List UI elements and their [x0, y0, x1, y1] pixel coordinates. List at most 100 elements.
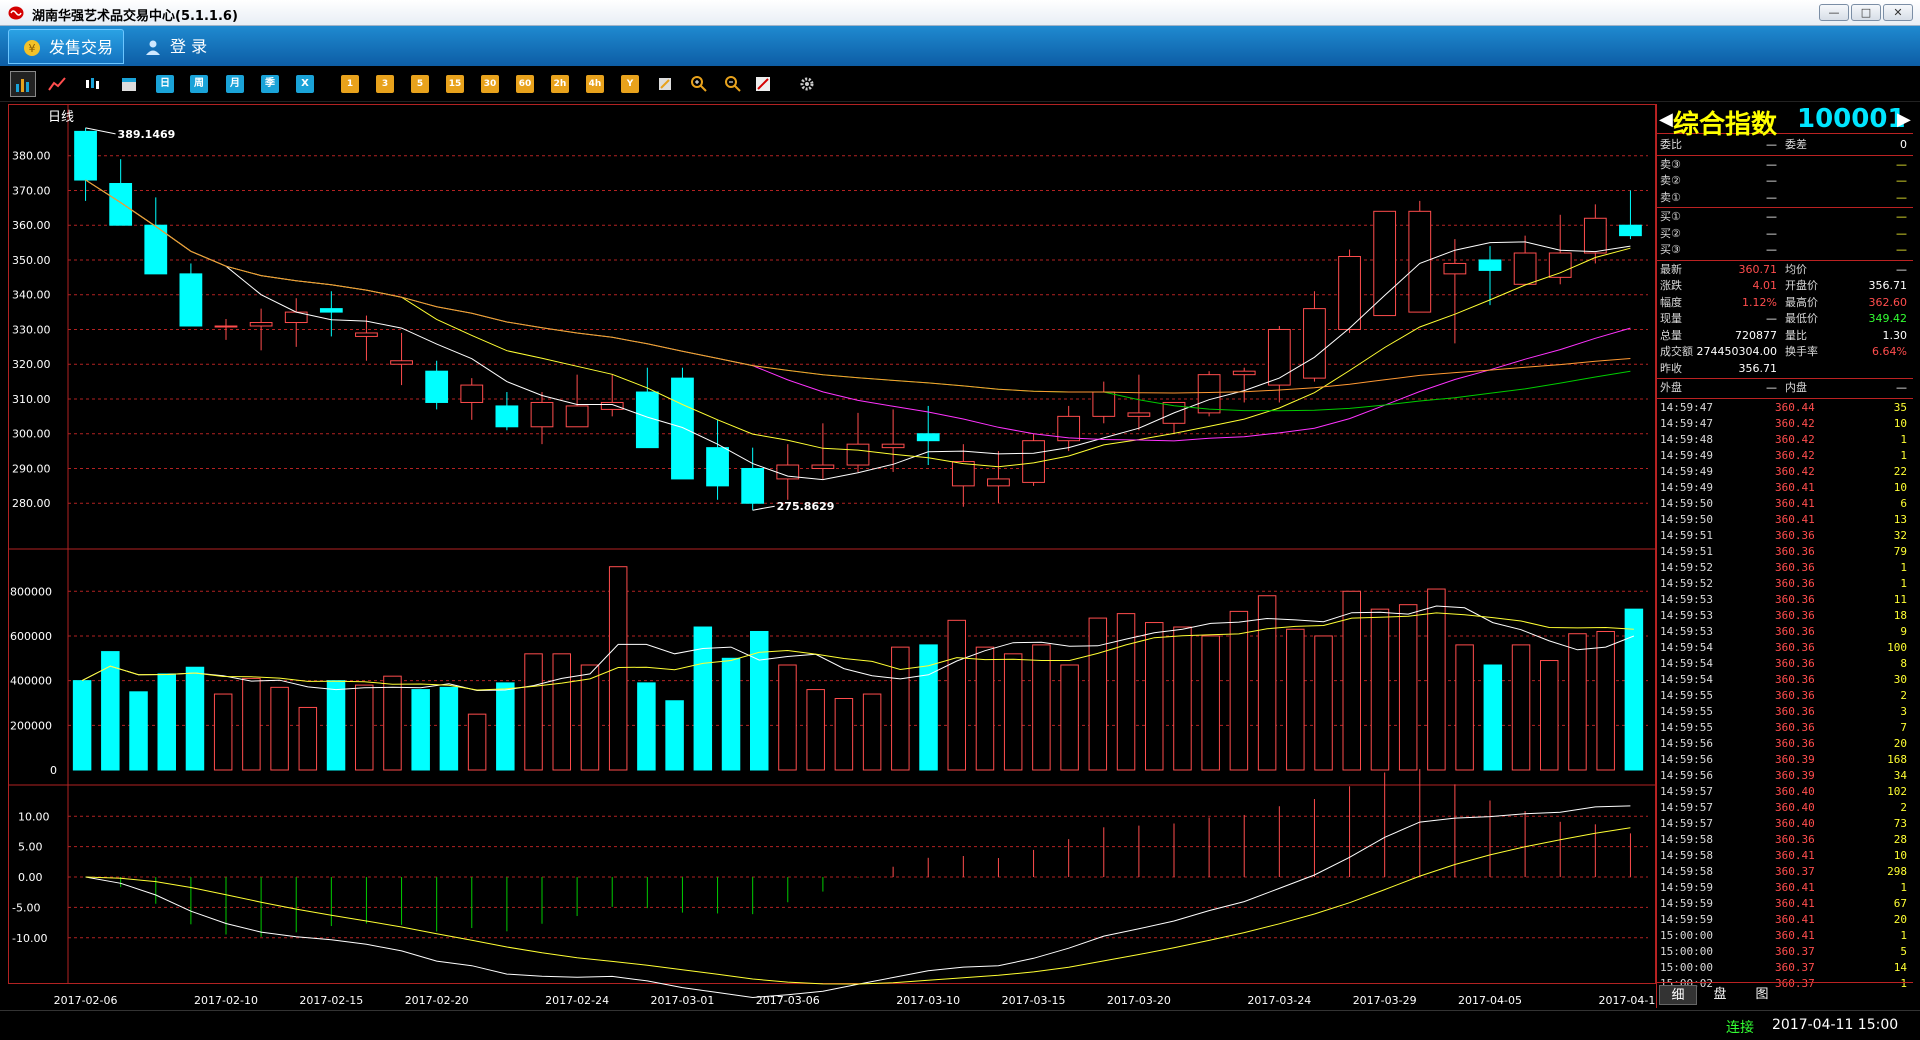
stat-label-2: 最低价 — [1785, 312, 1818, 325]
volume-bar — [975, 646, 995, 771]
volume-bar — [1483, 664, 1503, 771]
tab-chart[interactable]: 图 — [1743, 985, 1781, 1005]
tick-row: 14:59:49 360.42 22 — [1657, 464, 1913, 480]
period-week-button[interactable]: 周 — [190, 75, 208, 93]
year-button[interactable]: Y — [621, 75, 639, 93]
volume-bar — [891, 646, 910, 771]
high-annotation: 389.1469 — [118, 128, 176, 141]
price-tick-label: 340.00 — [12, 289, 51, 302]
period-x-button[interactable]: X — [296, 75, 314, 93]
price-tick-label: 280.00 — [12, 497, 51, 510]
close-button[interactable]: ✕ — [1883, 4, 1913, 21]
tick-row: 14:59:47 360.44 35 — [1657, 400, 1913, 416]
sell-level-volume: — — [1896, 190, 1907, 204]
sell-level-row: 卖② — — — [1657, 173, 1913, 189]
minute-30-button[interactable]: 30 — [481, 75, 499, 93]
ma-line — [85, 179, 1631, 394]
candle-body — [1443, 262, 1467, 275]
tick-time: 15:00:00 — [1660, 960, 1713, 974]
tick-price: 360.41 — [1775, 928, 1815, 942]
tick-volume: 14 — [1893, 960, 1907, 974]
tab-sell-trade[interactable]: ¥ 发售交易 — [8, 29, 124, 64]
tick-row: 15:00:00 360.41 1 — [1657, 928, 1913, 944]
neipan-label: 内盘 — [1785, 381, 1807, 394]
price-tick-label: 370.00 — [12, 184, 51, 197]
volume-bar — [834, 698, 854, 771]
panel-divider — [1657, 207, 1913, 208]
candle-body — [1408, 210, 1432, 313]
period-month-button[interactable]: 月 — [226, 75, 244, 93]
stat-value-2: 356.71 — [1868, 279, 1908, 292]
stat-value: — — [1766, 312, 1777, 325]
tick-time: 14:59:59 — [1660, 880, 1713, 894]
index-code: 100001 — [1797, 104, 1906, 134]
hour-4-button[interactable]: 4h — [586, 75, 604, 93]
date-tick-label: 2017-02-10 — [194, 994, 258, 1007]
date-tick-label: 2017-02-24 — [545, 994, 609, 1007]
minute-1-button[interactable]: 1 — [341, 75, 359, 93]
tab-login[interactable]: 登 录 — [130, 29, 230, 64]
tick-time: 14:59:55 — [1660, 688, 1713, 702]
kline-chart[interactable]: 280.00 290.00 300.00 310.00 320.00 330.00 340.… — [8, 104, 1656, 1008]
tab-detail[interactable]: 细 — [1659, 985, 1697, 1005]
candle-body — [495, 405, 519, 428]
volume-bar — [1596, 630, 1615, 771]
kline-button[interactable] — [84, 75, 102, 93]
stat-label-2: 换手率 — [1785, 345, 1818, 358]
candle-body — [109, 183, 133, 226]
minute-5-button[interactable]: 5 — [411, 75, 429, 93]
stat-value-2: 1.30 — [1882, 328, 1908, 342]
line-chart-button[interactable] — [48, 75, 66, 93]
prev-arrow-icon[interactable]: ◀ — [1659, 109, 1673, 130]
tick-volume: 5 — [1900, 944, 1907, 958]
volume-bar — [1032, 644, 1051, 771]
volume-bar — [72, 680, 92, 771]
stat-value-2: 6.64% — [1872, 345, 1907, 358]
tick-time: 14:59:47 — [1660, 416, 1713, 430]
calendar-button[interactable] — [120, 75, 138, 93]
zoom-out-button[interactable] — [724, 75, 742, 93]
chart-area[interactable]: 280.00 290.00 300.00 310.00 320.00 330.00 340.… — [8, 104, 1656, 1008]
candle-body — [1303, 308, 1326, 379]
tick-time: 14:59:49 — [1660, 464, 1713, 478]
tick-time: 14:59:57 — [1660, 784, 1713, 798]
settings-button[interactable] — [798, 75, 816, 93]
tick-row: 14:59:59 360.41 1 — [1657, 880, 1913, 896]
minute-3-button[interactable]: 3 — [376, 75, 394, 93]
next-arrow-icon[interactable]: ▶ — [1897, 109, 1911, 130]
candle-body — [390, 360, 413, 365]
stat-value: 356.71 — [1738, 361, 1778, 375]
tick-volume: 18 — [1893, 608, 1907, 622]
waipan-label: 外盘 — [1660, 381, 1682, 394]
tick-time: 14:59:58 — [1660, 864, 1713, 878]
zoom-out-icon — [725, 76, 741, 92]
weibi-label: 委比 — [1660, 138, 1682, 151]
period-day-button[interactable]: 日 — [156, 75, 174, 93]
stat-label-2: 最高价 — [1785, 295, 1818, 309]
edit-button[interactable] — [656, 75, 674, 93]
draw-line-button[interactable] — [754, 75, 772, 93]
tick-price: 360.40 — [1775, 784, 1815, 798]
hour-2-button[interactable]: 2h — [551, 75, 569, 93]
period-quarter-button[interactable]: 季 — [261, 75, 279, 93]
tab-market[interactable]: 盘 — [1701, 985, 1739, 1005]
candle-body — [74, 130, 97, 181]
price-tick-label: 290.00 — [12, 462, 51, 475]
tick-row: 14:59:58 360.37 298 — [1657, 864, 1913, 880]
zoom-in-button[interactable] — [690, 75, 708, 93]
tick-price: 360.41 — [1775, 880, 1815, 894]
volume-bar — [1229, 610, 1249, 771]
minimize-button[interactable]: — — [1819, 4, 1849, 21]
volume-bar — [185, 666, 205, 771]
tick-row: 14:59:55 360.36 3 — [1657, 704, 1913, 720]
tick-row: 14:59:55 360.36 7 — [1657, 720, 1913, 736]
stat-label: 幅度 — [1660, 295, 1682, 309]
tick-time: 14:59:54 — [1660, 672, 1713, 686]
candle-body — [425, 370, 449, 403]
maximize-button[interactable]: □ — [1851, 4, 1881, 21]
candlestick-chart-button[interactable] — [10, 71, 36, 97]
buy-level-volume: — — [1896, 210, 1907, 223]
minute-15-button[interactable]: 15 — [446, 75, 464, 93]
macd-tick-label: 5.00 — [18, 841, 43, 854]
minute-60-button[interactable]: 60 — [516, 75, 534, 93]
